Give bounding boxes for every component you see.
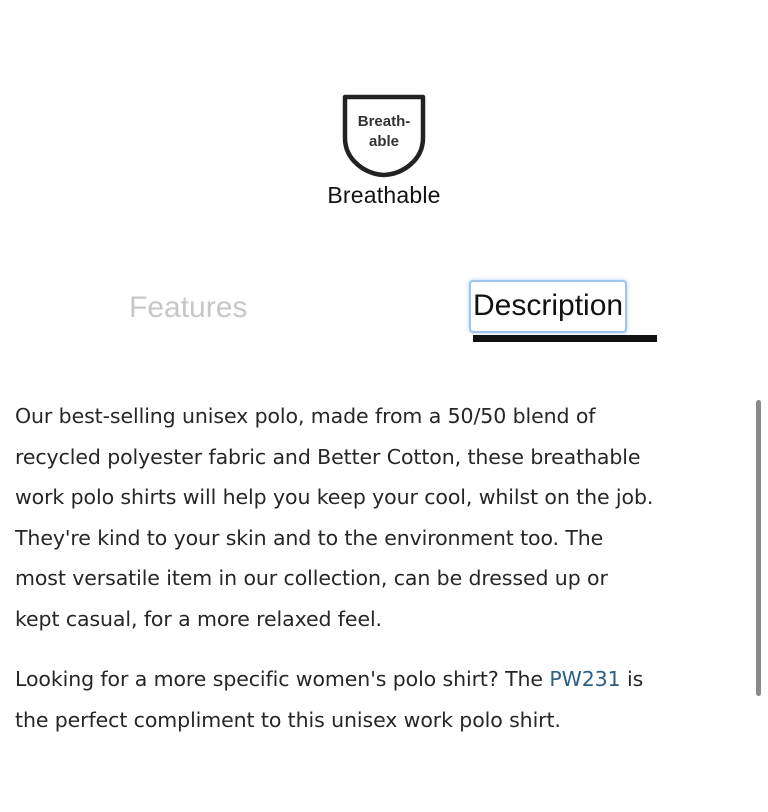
description-paragraph-2: Looking for a more specific women's polo…	[15, 659, 755, 740]
description-panel: Our best-selling unisex polo, made from …	[15, 396, 755, 740]
product-tabs: Features Description	[0, 280, 768, 346]
description-line: work polo shirts will help you keep your…	[15, 485, 654, 509]
tab-description[interactable]: Description	[468, 280, 628, 333]
badge-icon-text-line1: Breath-	[358, 113, 411, 130]
active-tab-indicator	[473, 335, 657, 342]
description-line: recycled polyester fabric and Better Cot…	[15, 444, 641, 469]
para2-text-after-link: is	[620, 667, 644, 691]
breathable-shield-icon: Breath- able	[342, 94, 426, 178]
badge-caption: Breathable	[327, 182, 441, 208]
description-line: Looking for a more specific women's polo…	[15, 659, 755, 700]
para2-text-before-link: Looking for a more specific women's polo…	[15, 667, 550, 691]
description-paragraph-1: Our best-selling unisex polo, made from …	[15, 396, 755, 639]
description-line: most versatile item in our collection, c…	[15, 566, 608, 590]
scrollbar-thumb[interactable]	[756, 400, 761, 696]
tab-features[interactable]: Features	[129, 288, 247, 328]
feature-badge: Breath- able Breathable	[0, 94, 768, 209]
description-line: kept casual, for a more relaxed feel.	[15, 606, 382, 631]
badge-icon-text-line2: able	[369, 133, 399, 150]
description-line: Our best-selling unisex polo, made from …	[15, 404, 596, 428]
pw231-link[interactable]: PW231	[549, 667, 620, 691]
description-line: They're kind to your skin and to the env…	[15, 525, 604, 550]
description-line: the perfect compliment to this unisex wo…	[15, 707, 561, 732]
